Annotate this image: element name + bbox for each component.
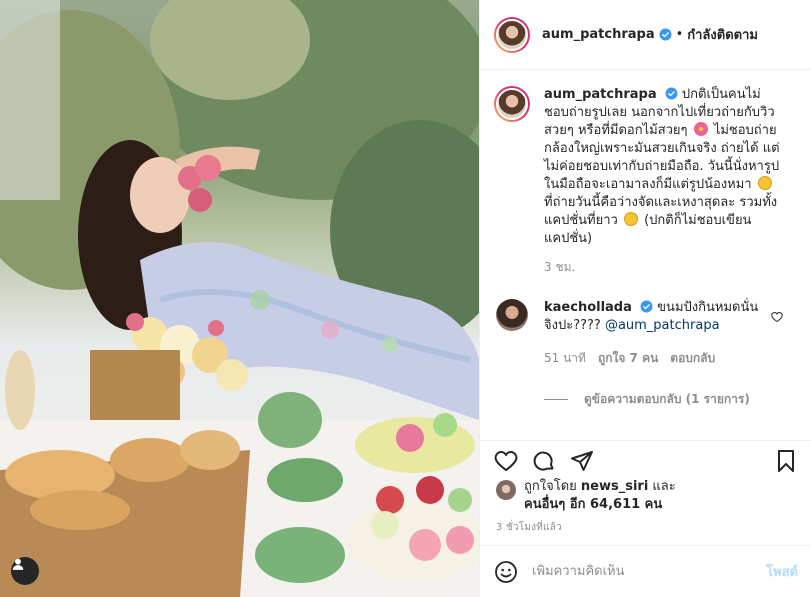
separator-dot: • — [675, 27, 684, 42]
verified-badge-icon — [665, 87, 678, 100]
post-comment-button[interactable]: โพสต์ — [766, 561, 798, 582]
caption: aum_patchrapa ปกติเป็นคนไม่ชอบถ่ายรูปเลย… — [494, 86, 797, 248]
laughing-emoji-icon — [757, 176, 772, 190]
flower-emoji-icon — [693, 122, 708, 136]
liker-username[interactable]: news_siri — [581, 479, 648, 494]
emoji-icon[interactable] — [494, 560, 518, 584]
following-button[interactable]: กำลังติดตาม — [687, 24, 758, 45]
heart-icon[interactable] — [492, 447, 520, 475]
comment-like-heart-icon[interactable] — [771, 311, 783, 323]
post-panel: aum_patchrapa • กำลังติดตาม aum_patchrap… — [479, 0, 811, 597]
comment-input[interactable] — [532, 564, 767, 579]
comment-likes-count[interactable]: ถูกใจ 7 คน — [598, 349, 658, 368]
share-icon[interactable] — [568, 447, 596, 475]
likes-text: ถูกใจโดย news_siri และ คนอื่นๆ อีก 64,61… — [524, 478, 676, 514]
verified-badge-icon — [659, 28, 672, 41]
caption-text: aum_patchrapa ปกติเป็นคนไม่ชอบถ่ายรูปเลย… — [544, 86, 782, 248]
comment-icon[interactable] — [530, 447, 558, 475]
view-replies-label: ดูข้อความตอบกลับ (1 รายการ) — [584, 392, 750, 406]
action-bar — [480, 440, 811, 480]
post-timestamp[interactable]: 3 ชั่วโมงที่แล้ว — [496, 520, 562, 535]
author-username[interactable]: aum_patchrapa — [542, 27, 655, 42]
verified-badge-icon — [640, 300, 653, 313]
bookmark-icon[interactable] — [772, 447, 800, 475]
comment-time: 51 นาที — [544, 351, 586, 365]
comment-reply-button[interactable]: ตอบกลับ — [670, 349, 715, 368]
comment-meta: 51 นาที ถูกใจ 7 คน ตอบกลับ — [544, 349, 797, 368]
commenter-avatar[interactable] — [496, 299, 528, 331]
author-avatar[interactable] — [494, 16, 530, 53]
photo-illustration — [0, 0, 479, 597]
likes-summary: ถูกใจโดย news_siri และ คนอื่นๆ อีก 64,61… — [496, 478, 796, 514]
comment-item: kaechollada ขนมปังกินหมดนั่นจิงปะ???? @a… — [494, 299, 797, 335]
post-photo[interactable] — [0, 0, 479, 597]
likes-prefix: ถูกใจโดย — [524, 479, 581, 494]
comments-list[interactable]: aum_patchrapa ปกติเป็นคนไม่ชอบถ่ายรูปเลย… — [480, 70, 811, 440]
caption-username[interactable]: aum_patchrapa — [544, 87, 657, 102]
caption-time: 3 ชม. — [544, 260, 576, 274]
user-tag-icon[interactable] — [11, 557, 39, 585]
liker-avatar[interactable] — [496, 480, 516, 500]
post-header: aum_patchrapa • กำลังติดตาม — [480, 0, 811, 70]
comment-mention-link[interactable]: @aum_patchrapa — [605, 318, 720, 333]
view-replies-button[interactable]: ดูข้อความตอบกลับ (1 รายการ) — [544, 390, 797, 409]
likes-others-link[interactable]: คนอื่นๆ อีก 64,611 คน — [524, 497, 662, 512]
replies-divider — [544, 399, 568, 400]
commenter-username[interactable]: kaechollada — [544, 300, 632, 315]
tongue-emoji-icon — [623, 212, 638, 226]
comment-text: kaechollada ขนมปังกินหมดนั่นจิงปะ???? @a… — [544, 299, 759, 335]
caption-avatar[interactable] — [494, 86, 530, 122]
likes-middle: และ — [648, 479, 676, 494]
add-comment-bar: โพสต์ — [480, 545, 811, 597]
